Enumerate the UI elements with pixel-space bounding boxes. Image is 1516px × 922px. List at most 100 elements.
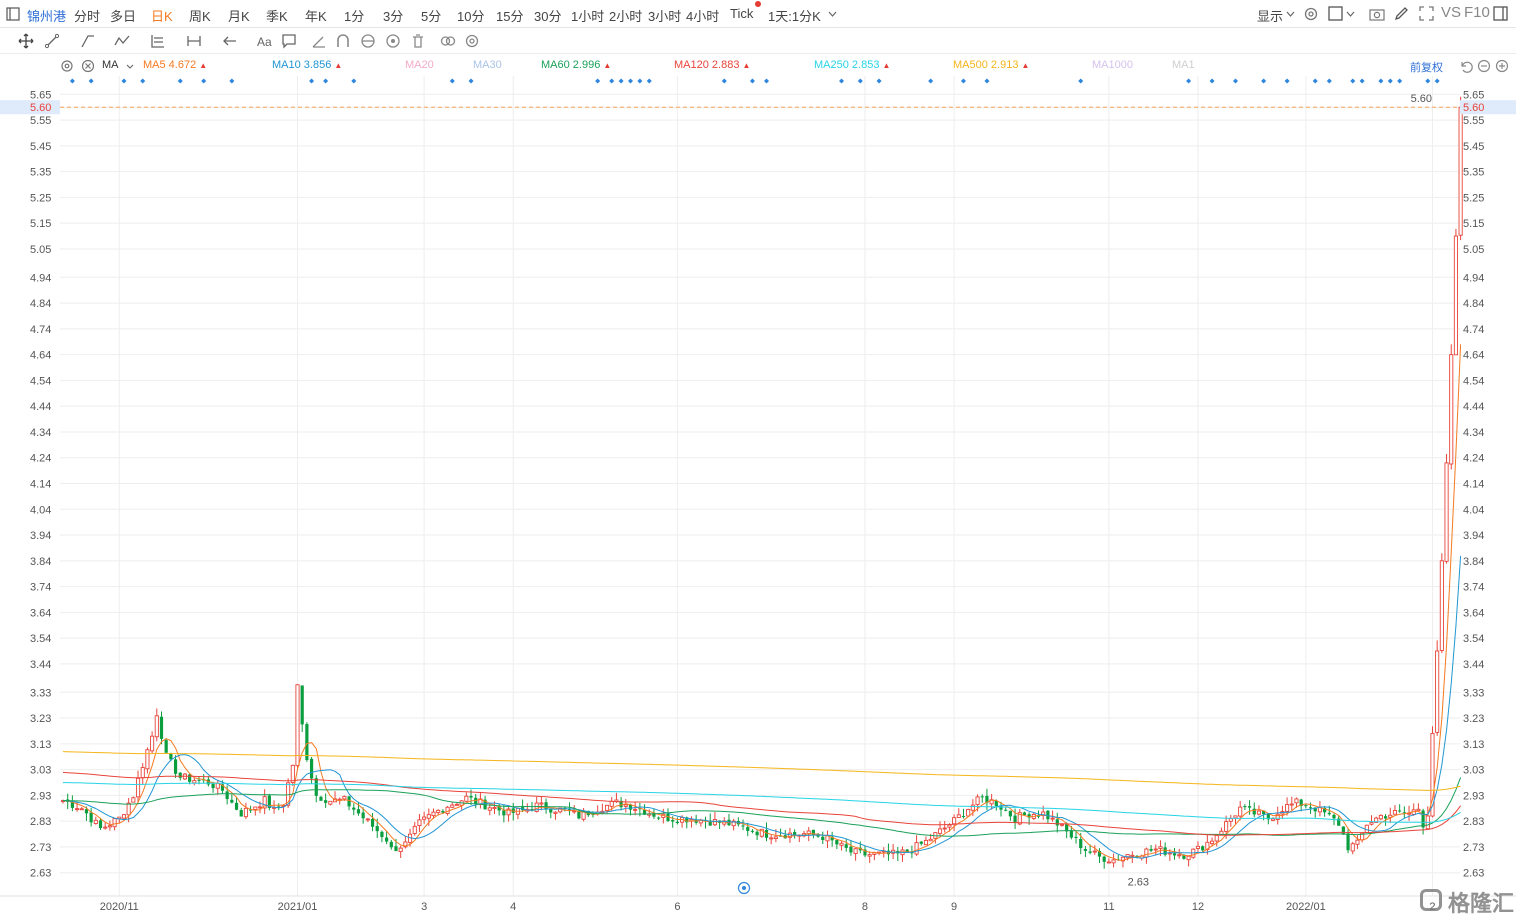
ma-legend-value: 2.913 [987, 59, 1019, 71]
ma-legend-ma5[interactable]: MA5 4.672 ▲ [143, 59, 207, 71]
panel-toggle-icon[interactable] [1493, 6, 1508, 21]
period-tab[interactable]: 2小时 [609, 6, 642, 25]
price-tick-label: 3.03 [30, 765, 51, 777]
candle-body [1332, 814, 1336, 819]
price-tick-label: 3.23 [1463, 713, 1484, 725]
pencil-icon[interactable] [1394, 6, 1409, 21]
candle-body [1449, 354, 1454, 465]
move-cross-icon[interactable] [18, 33, 34, 49]
period-tab[interactable]: 年K [305, 6, 327, 25]
eye-icon[interactable] [385, 33, 401, 49]
period-tab[interactable]: 日K [151, 6, 173, 25]
period-tab[interactable]: 月K [228, 6, 250, 25]
sidebar-toggle-icon[interactable] [6, 7, 20, 21]
chevron-down-icon[interactable] [1346, 11, 1355, 17]
candle-body [492, 807, 497, 810]
zoom-in-icon[interactable] [1495, 59, 1509, 73]
price-tick-label: 4.24 [30, 453, 51, 465]
ma-legend-ma60[interactable]: MA60 2.996 ▲ [541, 59, 611, 71]
display-menu[interactable]: 显示 [1257, 6, 1283, 25]
wave-line-icon[interactable] [114, 33, 130, 49]
candle-body [1088, 851, 1092, 853]
candle-body [975, 796, 980, 806]
candle-body [1013, 815, 1017, 823]
ma-legend-ma500[interactable]: MA500 2.913 ▲ [953, 59, 1029, 71]
layout-square-icon[interactable] [1328, 6, 1343, 21]
candle-body [385, 837, 389, 842]
event-marker [1209, 78, 1215, 84]
ma-legend-ma250[interactable]: MA250 2.853 ▲ [814, 59, 890, 71]
ma-legend-name: MA500 [953, 59, 988, 71]
candle-body [1256, 810, 1261, 815]
ma-legend-ma20[interactable]: MA20 [405, 59, 434, 71]
candle-body [126, 802, 131, 816]
settings-gear-icon[interactable] [464, 33, 480, 49]
indicator-group-label[interactable]: MA [102, 59, 119, 71]
eraser-icon[interactable] [311, 33, 327, 49]
event-marker [69, 78, 75, 84]
lock-drawing-icon[interactable] [360, 33, 376, 49]
text-tool-icon[interactable]: Aa [257, 33, 273, 49]
kline-chart[interactable]: 5.65 5.655.60 5.605.55 5.555.45 5.455.35 5.35… [0, 76, 1516, 922]
period-tab[interactable]: 分时 [74, 6, 100, 25]
candle-body [154, 715, 159, 738]
period-tab[interactable]: 3分 [383, 6, 403, 25]
period-tab[interactable]: 5分 [421, 6, 441, 25]
ma-legend-ma1[interactable]: MA1 [1172, 59, 1195, 71]
candle-body [107, 825, 112, 828]
ma-legend-ma30[interactable]: MA30 [473, 59, 502, 71]
fib-icon[interactable] [150, 33, 166, 49]
link-icon[interactable] [440, 33, 456, 49]
period-tab[interactable]: 1小时 [571, 6, 604, 25]
measure-icon[interactable] [186, 33, 202, 49]
candle-body [867, 854, 872, 857]
event-marker [1425, 78, 1431, 84]
period-tab[interactable]: 4小时 [686, 6, 719, 25]
chevron-down-icon[interactable] [828, 11, 837, 17]
candle-body [750, 830, 755, 832]
magnet-icon[interactable] [335, 33, 351, 49]
camera-icon[interactable] [1369, 7, 1385, 21]
candle-body [1055, 819, 1059, 826]
arrow-left-icon[interactable] [222, 33, 238, 49]
settings-gear-icon[interactable] [1303, 6, 1319, 22]
ticker-name[interactable]: 锦州港 [27, 6, 66, 25]
period-tab[interactable]: 10分 [457, 6, 484, 25]
indicator-close-icon[interactable] [81, 59, 95, 73]
comment-icon[interactable] [281, 33, 297, 49]
date-tick-label: 9 [951, 901, 957, 913]
period-tab[interactable]: 周K [189, 6, 211, 25]
price-tick-label: 5.65 [30, 89, 51, 101]
indicator-settings-icon[interactable] [60, 59, 74, 73]
period-tab[interactable]: 15分 [496, 6, 523, 25]
chevron-down-icon[interactable] [1286, 11, 1295, 17]
compare-vs-button[interactable]: VS [1441, 4, 1461, 21]
ma-up-arrow-icon: ▲ [334, 61, 343, 70]
fullscreen-icon[interactable] [1419, 6, 1434, 21]
candle-body [140, 767, 145, 779]
trash-icon[interactable] [410, 33, 426, 49]
f10-button[interactable]: F10 [1464, 4, 1490, 21]
ray-line-icon[interactable] [80, 33, 96, 49]
period-tab[interactable]: 多日 [110, 6, 136, 25]
period-tab[interactable]: 30分 [534, 6, 561, 25]
candle-body [1270, 818, 1276, 821]
candle-body [365, 818, 370, 821]
ma-legend-ma1000[interactable]: MA1000 [1092, 59, 1133, 71]
period-tab[interactable]: Tick [730, 6, 753, 21]
reset-icon[interactable] [1459, 59, 1473, 73]
ma-legend-ma120[interactable]: MA120 2.883 ▲ [674, 59, 750, 71]
candle-body [1224, 821, 1229, 832]
period-tab[interactable]: 1分 [344, 6, 364, 25]
trend-line-icon[interactable] [44, 33, 60, 49]
chart-grid [0, 76, 1516, 897]
combo-period-select[interactable]: 1天:1分K [768, 6, 821, 25]
period-tab[interactable]: 3小时 [648, 6, 681, 25]
candle-body [1083, 849, 1088, 851]
chart-annotations: 5.60 2.63 [737, 93, 1432, 895]
zoom-out-icon[interactable] [1477, 59, 1491, 73]
chevron-down-icon[interactable] [126, 64, 134, 69]
ma-legend-ma10[interactable]: MA10 3.856 ▲ [272, 59, 342, 71]
period-tab[interactable]: 季K [266, 6, 288, 25]
adjust-type-select[interactable]: 前复权 [1410, 59, 1443, 75]
